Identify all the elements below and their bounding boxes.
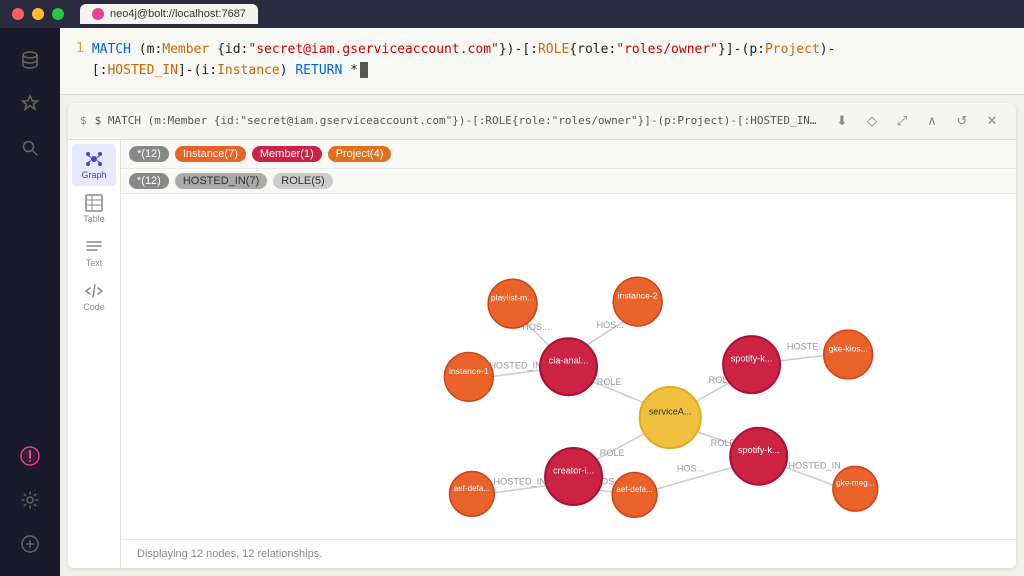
- sidebar-database-icon[interactable]: [10, 40, 50, 80]
- svg-text:aef-defa...: aef-defa...: [454, 483, 491, 492]
- svg-text:HOSTED_IN: HOSTED_IN: [489, 360, 541, 370]
- results-header: $ $ MATCH (m:Member {id:"secret@iam.gser…: [68, 103, 1016, 140]
- code-label: Code: [83, 302, 105, 312]
- svg-text:spotify-k...: spotify-k...: [738, 445, 780, 455]
- sidebar-search-icon[interactable]: [10, 128, 50, 168]
- svg-text:gke-meg...: gke-meg...: [836, 478, 874, 487]
- svg-text:spotify-k...: spotify-k...: [731, 353, 773, 363]
- main-layout: 1 MATCH (m:Member {id:"secret@iam.gservi…: [0, 28, 1024, 576]
- tag-instance[interactable]: Instance(7): [175, 146, 246, 162]
- svg-text:aef-defa...: aef-defa...: [616, 484, 653, 493]
- tab-title: neo4j@bolt://localhost:7687: [110, 8, 246, 20]
- expand-button[interactable]: ⤢: [890, 109, 914, 133]
- tags-row-2: *(12) HOSTED_IN(7) ROLE(5): [121, 169, 1016, 194]
- tag-role[interactable]: ROLE(5): [273, 173, 332, 189]
- graph-label: Graph: [81, 170, 106, 180]
- close-results-button[interactable]: ✕: [980, 109, 1004, 133]
- results-header-query: $ MATCH (m:Member {id:"secret@iam.gservi…: [95, 114, 822, 127]
- code-view-button[interactable]: Code: [72, 276, 116, 318]
- content-area: 1 MATCH (m:Member {id:"secret@iam.gservi…: [60, 28, 1024, 576]
- svg-text:HOSTED_IN: HOSTED_IN: [494, 476, 546, 486]
- svg-text:serviceA...: serviceA...: [649, 406, 692, 416]
- results-actions: ⬇ ◇ ⤢ ∧ ↺ ✕: [830, 109, 1004, 133]
- sidebar-alert-icon[interactable]: [10, 436, 50, 476]
- results-panel: $ $ MATCH (m:Member {id:"secret@iam.gser…: [68, 103, 1016, 568]
- table-label: Table: [83, 214, 105, 224]
- sidebar-plugin-icon[interactable]: [10, 524, 50, 564]
- query-editor[interactable]: 1 MATCH (m:Member {id:"secret@iam.gservi…: [60, 28, 1024, 95]
- svg-text:HOSTED_IN: HOSTED_IN: [788, 460, 840, 470]
- tag-all-rels[interactable]: *(12): [129, 173, 169, 189]
- refresh-button[interactable]: ↺: [950, 109, 974, 133]
- svg-text:HOSTE...: HOSTE...: [787, 341, 826, 351]
- svg-text:HOS...: HOS...: [596, 320, 623, 330]
- svg-text:gke-klos...: gke-klos...: [829, 343, 868, 353]
- text-label: Text: [86, 258, 103, 268]
- graph-svg: ROLE ROLE ROLE ROLE: [121, 194, 1016, 539]
- pin-button[interactable]: ◇: [860, 109, 884, 133]
- results-header-dollar: $: [80, 114, 87, 127]
- graph-view-button[interactable]: Graph: [72, 144, 116, 186]
- line-number: 1: [76, 41, 84, 56]
- status-bar: Displaying 12 nodes, 12 relationships.: [121, 539, 1016, 568]
- svg-text:playlist-m...: playlist-m...: [491, 292, 535, 302]
- download-button[interactable]: ⬇: [830, 109, 854, 133]
- close-button[interactable]: [12, 8, 24, 20]
- tag-project[interactable]: Project(4): [328, 146, 392, 162]
- sidebar-favorites-icon[interactable]: [10, 84, 50, 124]
- view-content: Graph Table: [68, 140, 1016, 568]
- sidebar-settings-icon[interactable]: [10, 480, 50, 520]
- svg-text:instance-2: instance-2: [618, 290, 658, 300]
- svg-text:ROLE: ROLE: [597, 377, 622, 387]
- tag-all-nodes[interactable]: *(12): [129, 146, 169, 162]
- tag-hosted-in[interactable]: HOSTED_IN(7): [175, 173, 267, 189]
- tags-row-1: *(12) Instance(7) Member(1) Project(4): [121, 140, 1016, 169]
- neo4j-logo: [92, 8, 104, 20]
- tag-member[interactable]: Member(1): [252, 146, 322, 162]
- sidebar: [0, 28, 60, 576]
- collapse-button[interactable]: ∧: [920, 109, 944, 133]
- title-bar: neo4j@bolt://localhost:7687: [0, 0, 1024, 28]
- query-text[interactable]: MATCH (m:Member {id:"secret@iam.gservice…: [92, 40, 1008, 82]
- graph-area[interactable]: ROLE ROLE ROLE ROLE: [121, 194, 1016, 539]
- svg-text:ROLE: ROLE: [600, 448, 625, 458]
- main-window: neo4j@bolt://localhost:7687: [0, 0, 1024, 576]
- table-view-button[interactable]: Table: [72, 188, 116, 230]
- status-text: Displaying 12 nodes, 12 relationships.: [137, 548, 322, 560]
- svg-text:instance-1: instance-1: [449, 365, 489, 375]
- browser-tab[interactable]: neo4j@bolt://localhost:7687: [80, 4, 258, 24]
- svg-text:cia-anal...: cia-anal...: [549, 355, 589, 365]
- text-view-button[interactable]: Text: [72, 232, 116, 274]
- minimize-button[interactable]: [32, 8, 44, 20]
- maximize-button[interactable]: [52, 8, 64, 20]
- svg-text:HOS...: HOS...: [677, 463, 704, 473]
- svg-text:creator-i...: creator-i...: [553, 465, 594, 475]
- view-buttons: Graph Table: [68, 140, 121, 568]
